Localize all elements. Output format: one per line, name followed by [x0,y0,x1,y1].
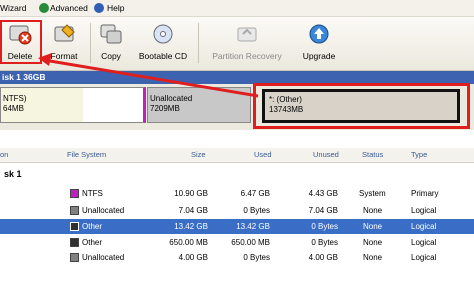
cell-size: 10.90 GB [174,189,208,198]
table-row[interactable]: Other 650.00 MB 650.00 MB 0 Bytes None L… [0,235,474,250]
cell-status: None [363,222,383,231]
cell-used: 13.42 GB [236,222,270,231]
table-row[interactable]: Unallocated 7.04 GB 0 Bytes 7.04 GB None… [0,203,474,218]
table-row[interactable]: NTFS 10.90 GB 6.47 GB 4.43 GB System Pri… [0,186,474,201]
cell-size: 13.42 GB [174,222,208,231]
cell-size: 7.04 GB [178,206,208,215]
table-row[interactable]: Unallocated 4.00 GB 0 Bytes 4.00 GB None… [0,250,474,265]
cell-type: Primary [411,189,439,198]
col-partition[interactable]: on [0,148,8,162]
cell-status: None [363,253,383,262]
cell-size: 4.00 GB [178,253,208,262]
unallocated-color-swatch [70,253,79,262]
col-used[interactable]: Used [254,148,272,162]
cell-used: 6.47 GB [240,189,270,198]
cell-unused: 0 Bytes [311,238,338,247]
cell-fs: Unallocated [82,206,125,215]
unallocated-color-swatch [70,206,79,215]
cell-unused: 4.43 GB [308,189,338,198]
cell-status: None [363,206,383,215]
cell-unused: 4.00 GB [308,253,338,262]
partition-table-header: on File System Size Used Unused Status T… [0,148,474,163]
cell-fs: Other [82,222,103,231]
col-status[interactable]: Status [362,148,383,162]
cell-unused: 0 Bytes [311,222,338,231]
table-row-selected[interactable]: Other 13.42 GB 13.42 GB 0 Bytes None Log… [0,219,474,234]
col-unused[interactable]: Unused [313,148,339,162]
cell-type: Logical [411,222,437,231]
disk-group-title: sk 1 [4,169,22,179]
cell-status: None [363,238,383,247]
cell-used: 0 Bytes [243,253,270,262]
ntfs-color-swatch [70,189,79,198]
cell-size: 650.00 MB [169,238,208,247]
cell-fs: Other [82,238,103,247]
other-color-swatch [70,222,79,231]
cell-unused: 7.04 GB [308,206,338,215]
cell-type: Logical [411,253,437,262]
col-file-system[interactable]: File System [67,148,106,162]
cell-used: 650.00 MB [231,238,270,247]
cell-fs: Unallocated [82,253,125,262]
cell-type: Logical [411,206,437,215]
cell-type: Logical [411,238,437,247]
cell-status: System [359,189,386,198]
col-type[interactable]: Type [411,148,427,162]
cell-used: 0 Bytes [243,206,270,215]
other-color-swatch [70,238,79,247]
col-size[interactable]: Size [191,148,206,162]
cell-fs: NTFS [82,189,103,198]
